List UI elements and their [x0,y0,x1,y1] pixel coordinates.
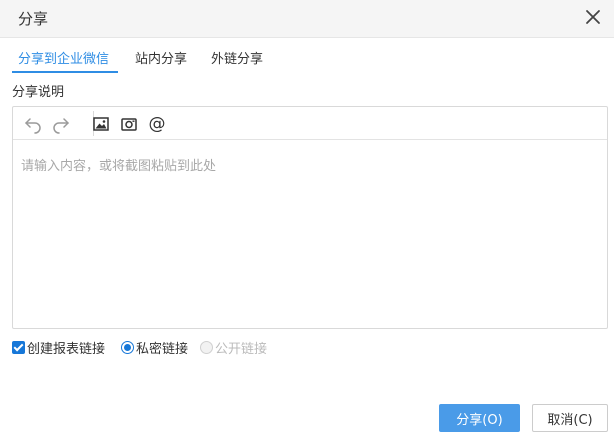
mention-icon[interactable]: @ [147,114,167,134]
public-link-option: 公开链接 [200,338,267,357]
private-link-option[interactable]: 私密链接 [121,338,188,357]
editor-toolbar: @ [13,107,607,140]
cancel-button[interactable]: 取消(C) [532,404,608,432]
public-link-radio [200,341,213,354]
private-link-label: 私密链接 [136,342,189,357]
create-link-option[interactable]: 创建报表链接 [12,338,105,357]
undo-icon[interactable] [23,114,43,134]
image-icon[interactable] [91,114,111,134]
share-note-label: 分享说明 [12,85,65,100]
tab-wecom[interactable]: 分享到企业微信 [18,48,109,73]
tab-internal[interactable]: 站内分享 [135,48,187,73]
mention-glyph: @ [148,113,166,134]
public-link-label: 公开链接 [215,342,268,357]
create-link-checkbox[interactable] [12,341,25,354]
screenshot-icon[interactable] [119,114,139,134]
active-tab-indicator [12,71,118,73]
close-icon[interactable] [582,6,604,28]
private-link-radio[interactable] [121,341,134,354]
create-link-label: 创建报表链接 [27,342,106,357]
editor-placeholder: 请输入内容，或将截图粘贴到此处 [21,159,217,174]
dialog-titlebar: 分享 [0,0,614,38]
redo-icon[interactable] [51,114,71,134]
tab-external-link[interactable]: 外链分享 [211,48,263,73]
share-note-editor[interactable]: @ 请输入内容，或将截图粘贴到此处 [12,106,608,329]
share-button[interactable]: 分享(O) [439,404,520,432]
dialog-title: 分享 [18,10,49,28]
